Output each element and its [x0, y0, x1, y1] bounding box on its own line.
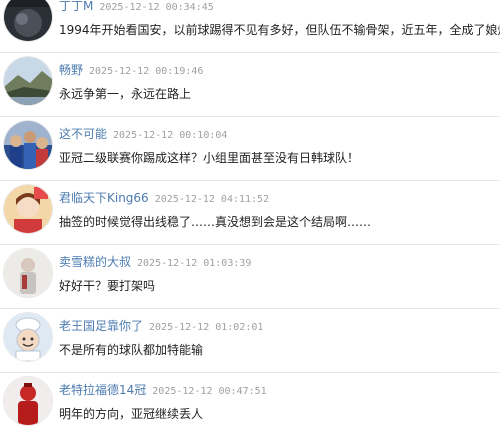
comment-text: 不是所有的球队都加特能输: [59, 343, 204, 357]
timestamp: 2025-12-12 00:10:04: [113, 130, 228, 141]
username-link[interactable]: 君临天下King66: [59, 191, 149, 205]
comment-item: 老特拉福德14冠 2025-12-12 00:47:51 明年的方向，亚冠继续丢人: [0, 373, 500, 436]
comment-item: 卖雪糕的大叔 2025-12-12 01:03:39 好好干？要打架吗: [0, 245, 500, 309]
avatar[interactable]: [4, 0, 52, 41]
username-link[interactable]: 卖雪糕的大叔: [59, 255, 131, 269]
timestamp: 2025-12-12 01:03:39: [137, 258, 252, 269]
avatar[interactable]: [4, 121, 52, 169]
comment-text: 好好干？要打架吗: [59, 279, 156, 293]
comment-meta: 这不可能 2025-12-12 00:10:04: [59, 125, 227, 144]
comment-item: 丁丁M 2025-12-12 00:34:45 1994年开始看国安，以前球踢得不…: [0, 0, 500, 53]
comment-text: 明年的方向，亚冠继续丢人: [59, 407, 204, 421]
username-link[interactable]: 老特拉福德14冠: [59, 383, 146, 397]
comment-meta: 君临天下King66 2025-12-12 04:11:52: [59, 189, 269, 208]
username-link[interactable]: 这不可能: [59, 127, 107, 141]
timestamp: 2025-12-12 00:47:51: [152, 386, 267, 397]
comment-meta: 老特拉福德14冠 2025-12-12 00:47:51: [59, 381, 267, 400]
avatar[interactable]: [4, 249, 52, 297]
avatar[interactable]: [4, 57, 52, 105]
timestamp: 2025-12-12 01:02:01: [149, 322, 264, 333]
comment-meta: 卖雪糕的大叔 2025-12-12 01:03:39: [59, 253, 251, 272]
username-link[interactable]: 老王国足靠你了: [59, 319, 143, 333]
timestamp: 2025-12-12 04:11:52: [154, 194, 270, 205]
landscape-avatar-icon: [4, 57, 52, 105]
cartoon-chef-avatar-icon: [4, 313, 52, 361]
comment-meta: 老王国足靠你了 2025-12-12 01:02:01: [59, 317, 263, 336]
username-link[interactable]: 畅野: [59, 63, 83, 77]
comment-meta: 丁丁M 2025-12-12 00:34:45: [59, 0, 214, 16]
avatar[interactable]: [4, 185, 52, 233]
comment-text: 亚冠二级联赛你踢成这样？小组里面甚至没有日韩球队！: [59, 151, 360, 165]
anime-character-avatar-icon: [4, 185, 52, 233]
avatar[interactable]: [4, 377, 52, 425]
comment-item: 老王国足靠你了 2025-12-12 01:02:01 不是所有的球队都加特能输: [0, 309, 500, 373]
comment-text: 1994年开始看国安，以前球踢得不见有多好，但队伍不输骨架，近五年，全成了娘炮: [59, 23, 500, 37]
comment-item: 君临天下King66 2025-12-12 04:11:52 抽签的时候觉得出线稳…: [0, 181, 500, 245]
comment-meta: 畅野 2025-12-12 00:19:46: [59, 61, 203, 80]
comment-item: 这不可能 2025-12-12 00:10:04 亚冠二级联赛你踢成这样？小组里面…: [0, 117, 500, 181]
comment-item: 畅野 2025-12-12 00:19:46 永远争第一，永远在路上: [0, 53, 500, 117]
figure-avatar-icon: [4, 249, 52, 297]
username-link[interactable]: 丁丁M: [59, 0, 93, 13]
timestamp: 2025-12-12 00:34:45: [99, 2, 214, 13]
blue-crowd-avatar-icon: [4, 121, 52, 169]
timestamp: 2025-12-12 00:19:46: [89, 66, 204, 77]
dark-portrait-avatar-icon: [4, 0, 52, 41]
red-figure-avatar-icon: [4, 377, 52, 425]
comment-list: 丁丁M 2025-12-12 00:34:45 1994年开始看国安，以前球踢得不…: [0, 0, 500, 436]
comment-text: 抽签的时候觉得出线稳了……真没想到会是这个结局啊……: [59, 215, 372, 229]
avatar[interactable]: [4, 313, 52, 361]
comment-text: 永远争第一，永远在路上: [59, 87, 192, 101]
